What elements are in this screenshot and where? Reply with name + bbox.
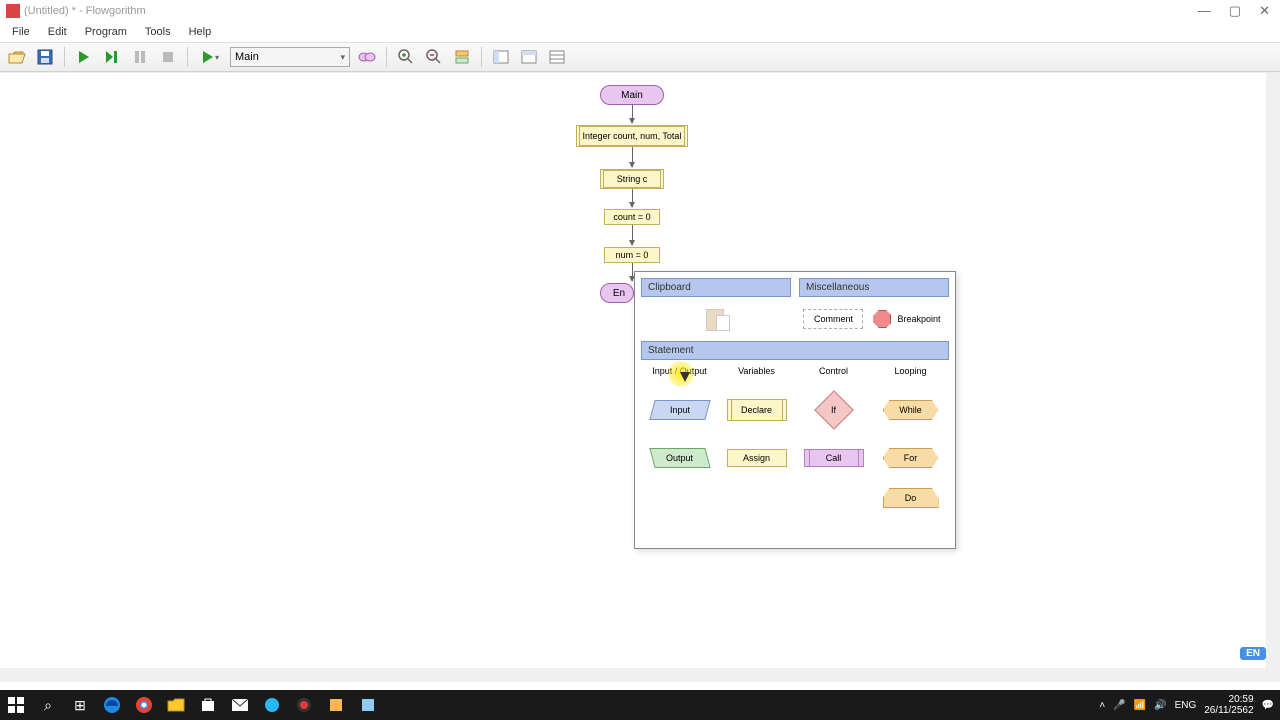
for-button[interactable]: For [883, 448, 939, 468]
menubar: File Edit Program Tools Help [0, 22, 1280, 42]
call-button[interactable]: Call [804, 449, 864, 467]
assign-node-2[interactable]: num = 0 [604, 247, 660, 263]
zoom-out-icon[interactable] [423, 46, 445, 68]
view1-icon[interactable] [490, 46, 512, 68]
close-button[interactable]: ✕ [1259, 3, 1270, 19]
category-variables: Variables [718, 366, 795, 376]
tray-mic-icon[interactable]: 🎤 [1113, 700, 1125, 711]
taskview-icon[interactable]: ⊞ [64, 690, 96, 720]
run-icon[interactable] [73, 46, 95, 68]
search-icon[interactable]: ⌕ [32, 690, 64, 720]
flowchart-canvas[interactable]: Main Integer count, num, Total String c … [0, 72, 1280, 682]
edge-icon[interactable] [96, 690, 128, 720]
tray-up-icon[interactable]: ˄ [1099, 700, 1105, 711]
app3-icon[interactable] [352, 690, 384, 720]
explorer-icon[interactable] [160, 690, 192, 720]
add-function-icon[interactable] [356, 46, 378, 68]
menu-edit[interactable]: Edit [40, 24, 75, 40]
save-icon[interactable] [34, 46, 56, 68]
app-icon [6, 4, 20, 18]
maximize-button[interactable]: ▢ [1229, 3, 1241, 19]
output-button[interactable]: Output [649, 448, 710, 468]
end-terminal[interactable]: En [600, 283, 634, 303]
breakpoint-label[interactable]: Breakpoint [897, 314, 940, 324]
view3-icon[interactable] [546, 46, 568, 68]
while-button[interactable]: While [883, 400, 939, 420]
misc-header: Miscellaneous [799, 278, 949, 297]
tray-notifications-icon[interactable]: 💬 [1262, 700, 1274, 711]
store-icon[interactable] [192, 690, 224, 720]
do-button[interactable]: Do [883, 488, 939, 508]
layout-icon[interactable] [451, 46, 473, 68]
category-looping: Looping [872, 366, 949, 376]
horizontal-scrollbar[interactable] [0, 668, 1266, 682]
taskbar-clock[interactable]: 20:59 26/11/2562 [1204, 694, 1253, 716]
record-icon[interactable] [288, 690, 320, 720]
assign-node-1[interactable]: count = 0 [604, 209, 660, 225]
clipboard-header: Clipboard [641, 278, 791, 297]
function-selector[interactable]: Main [230, 47, 350, 67]
window-title: (Untitled) * - Flowgorithm [24, 5, 1198, 17]
input-button[interactable]: Input [649, 400, 710, 420]
chrome-icon[interactable] [128, 690, 160, 720]
paste-button[interactable] [706, 307, 730, 331]
comment-button[interactable]: Comment [803, 309, 863, 329]
declare-button[interactable]: Declare [727, 399, 787, 421]
speed-icon[interactable]: ▾ [196, 46, 224, 68]
if-button[interactable]: If [814, 390, 854, 430]
assign-button[interactable]: Assign [727, 449, 787, 467]
step-icon[interactable] [101, 46, 123, 68]
menu-tools[interactable]: Tools [137, 24, 179, 40]
zoom-in-icon[interactable] [395, 46, 417, 68]
minimize-button[interactable]: — [1198, 3, 1211, 19]
start-terminal[interactable]: Main [600, 85, 664, 105]
statement-header: Statement [641, 341, 949, 360]
language-badge[interactable]: EN [1240, 647, 1266, 660]
start-button[interactable] [0, 690, 32, 720]
mail-icon[interactable] [224, 690, 256, 720]
category-control: Control [795, 366, 872, 376]
windows-taskbar: ⌕ ⊞ ˄ 🎤 📶 🔊 ENG 20:59 26/11/2562 💬 [0, 690, 1280, 720]
toolbar: ▾ Main [0, 42, 1280, 72]
tray-lang[interactable]: ENG [1175, 700, 1197, 711]
stop-icon[interactable] [157, 46, 179, 68]
open-icon[interactable] [6, 46, 28, 68]
menu-help[interactable]: Help [181, 24, 220, 40]
app2-icon[interactable] [320, 690, 352, 720]
breakpoint-icon [873, 310, 891, 328]
tray-wifi-icon[interactable]: 📶 [1134, 700, 1146, 711]
declare-node-2[interactable]: String c [600, 169, 664, 189]
tray-volume-icon[interactable]: 🔊 [1154, 700, 1166, 711]
pause-icon[interactable] [129, 46, 151, 68]
menu-program[interactable]: Program [77, 24, 135, 40]
scroll-corner [1266, 668, 1280, 682]
vertical-scrollbar[interactable] [1266, 73, 1280, 668]
app1-icon[interactable] [256, 690, 288, 720]
insert-shape-popup: Clipboard Miscellaneous Comment Breakpoi… [634, 271, 956, 549]
category-io: Input / Output [641, 366, 718, 376]
menu-file[interactable]: File [4, 24, 38, 40]
view2-icon[interactable] [518, 46, 540, 68]
declare-node-1[interactable]: Integer count, num, Total [576, 125, 688, 147]
titlebar: (Untitled) * - Flowgorithm — ▢ ✕ [0, 0, 1280, 22]
